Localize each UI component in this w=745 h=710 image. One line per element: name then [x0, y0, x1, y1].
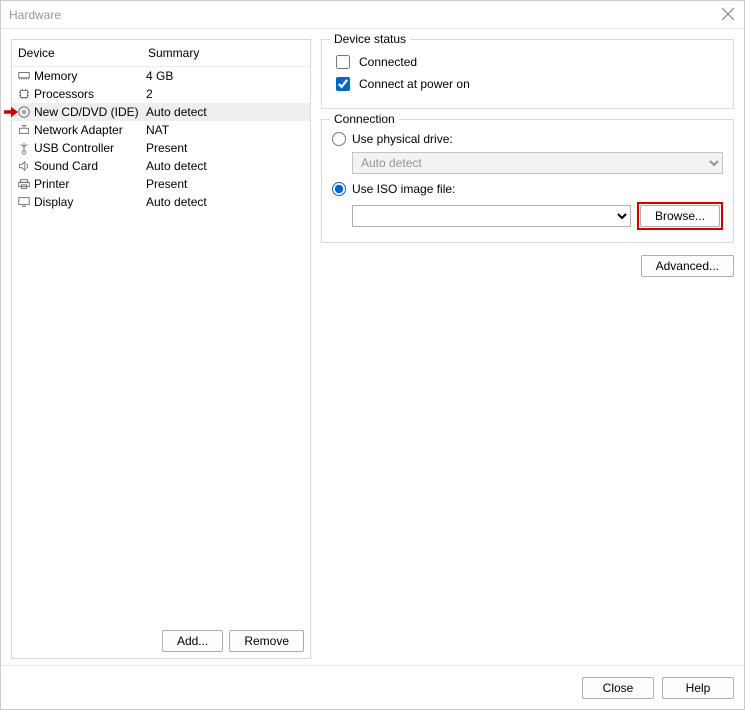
device-row-display[interactable]: DisplayAuto detect	[12, 193, 310, 211]
red-arrow-callout	[4, 105, 18, 123]
mem-icon	[16, 68, 32, 84]
connect-at-power-on-checkbox[interactable]	[336, 77, 350, 91]
device-row-memory[interactable]: Memory4 GB	[12, 67, 310, 85]
use-iso-radio[interactable]	[332, 182, 346, 196]
device-name: USB Controller	[34, 141, 146, 155]
remove-button[interactable]: Remove	[229, 630, 304, 652]
hardware-dialog: Hardware Device Summary Memory4 GBProces…	[0, 0, 745, 710]
prn-icon	[16, 176, 32, 192]
device-list-panel: Device Summary Memory4 GBProcessors2New …	[11, 39, 311, 659]
connection-legend: Connection	[330, 112, 399, 126]
use-physical-row[interactable]: Use physical drive:	[332, 132, 723, 146]
connected-checkbox[interactable]	[336, 55, 350, 69]
dialog-footer: Close Help	[1, 665, 744, 709]
use-physical-radio[interactable]	[332, 132, 346, 146]
device-row-network-adapter[interactable]: Network AdapterNAT	[12, 121, 310, 139]
use-physical-label: Use physical drive:	[352, 132, 453, 146]
add-button[interactable]: Add...	[162, 630, 223, 652]
col-summary[interactable]: Summary	[148, 46, 304, 60]
connected-label: Connected	[359, 55, 417, 69]
close-icon[interactable]	[718, 5, 738, 23]
titlebar: Hardware	[1, 1, 744, 29]
physical-drive-select[interactable]: Auto detect	[352, 152, 723, 174]
cd-icon	[16, 104, 32, 120]
device-summary: 2	[146, 87, 306, 101]
iso-path-select[interactable]	[352, 205, 631, 227]
use-iso-row[interactable]: Use ISO image file:	[332, 182, 723, 196]
device-summary: Present	[146, 141, 306, 155]
device-status-group: Device status Connected Connect at power…	[321, 39, 734, 109]
device-row-new-cd-dvd-ide-[interactable]: New CD/DVD (IDE)Auto detect	[12, 103, 310, 121]
device-name: Memory	[34, 69, 146, 83]
device-name: Sound Card	[34, 159, 146, 173]
disp-icon	[16, 194, 32, 210]
right-panel: Device status Connected Connect at power…	[321, 39, 734, 659]
net-icon	[16, 122, 32, 138]
browse-highlight: Browse...	[637, 202, 723, 230]
device-row-printer[interactable]: PrinterPresent	[12, 175, 310, 193]
browse-button[interactable]: Browse...	[640, 205, 720, 227]
device-summary: Auto detect	[146, 159, 306, 173]
close-button[interactable]: Close	[582, 677, 654, 699]
device-name: Display	[34, 195, 146, 209]
connection-group: Connection Use physical drive: Auto dete…	[321, 119, 734, 243]
device-summary: NAT	[146, 123, 306, 137]
connected-row[interactable]: Connected	[332, 52, 723, 72]
device-name: New CD/DVD (IDE)	[34, 105, 146, 119]
use-iso-label: Use ISO image file:	[352, 182, 455, 196]
device-row-usb-controller[interactable]: USB ControllerPresent	[12, 139, 310, 157]
usb-icon	[16, 140, 32, 156]
col-device[interactable]: Device	[18, 46, 148, 60]
snd-icon	[16, 158, 32, 174]
help-button[interactable]: Help	[662, 677, 734, 699]
device-row-sound-card[interactable]: Sound CardAuto detect	[12, 157, 310, 175]
device-name: Network Adapter	[34, 123, 146, 137]
device-name: Processors	[34, 87, 146, 101]
device-list-body: Memory4 GBProcessors2New CD/DVD (IDE)Aut…	[12, 67, 310, 624]
device-list-header: Device Summary	[12, 40, 310, 67]
device-row-processors[interactable]: Processors2	[12, 85, 310, 103]
device-name: Printer	[34, 177, 146, 191]
device-summary: Present	[146, 177, 306, 191]
device-status-legend: Device status	[330, 32, 410, 46]
advanced-button[interactable]: Advanced...	[641, 255, 734, 277]
device-summary: 4 GB	[146, 69, 306, 83]
device-summary: Auto detect	[146, 105, 306, 119]
connect-poweron-row[interactable]: Connect at power on	[332, 74, 723, 94]
connect-at-power-on-label: Connect at power on	[359, 77, 470, 91]
window-title: Hardware	[9, 8, 61, 22]
device-summary: Auto detect	[146, 195, 306, 209]
cpu-icon	[16, 86, 32, 102]
